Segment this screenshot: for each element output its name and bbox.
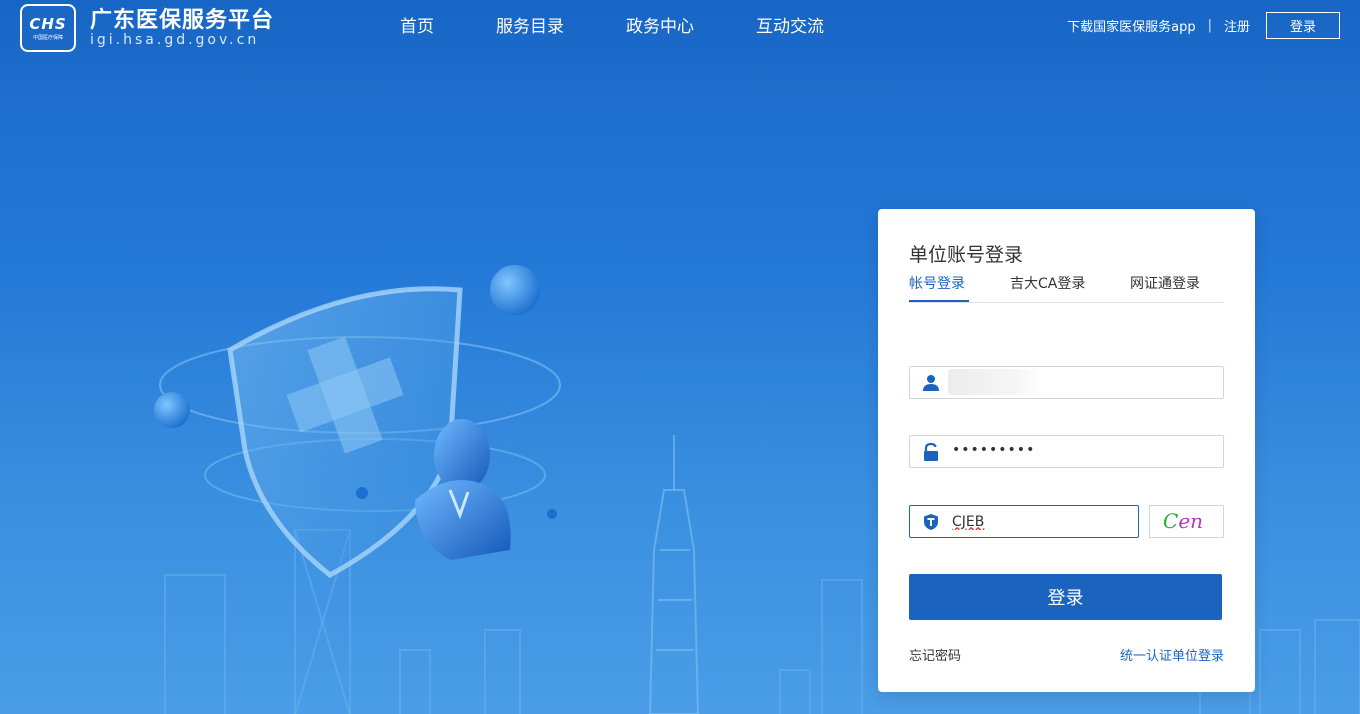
lock-icon bbox=[924, 443, 938, 461]
forgot-password-link[interactable]: 忘记密码 bbox=[909, 645, 961, 664]
decorative-ball-large bbox=[490, 265, 540, 315]
nav-service-catalog[interactable]: 服务目录 bbox=[496, 12, 564, 37]
top-header: CHS 中国医疗保障 广东医保服务平台 igi.hsa.gd.gov.cn 首页… bbox=[0, 0, 1360, 80]
shield-t-icon bbox=[924, 514, 938, 530]
decorative-dot-small bbox=[547, 509, 557, 519]
header-login-button[interactable]: 登录 bbox=[1266, 12, 1340, 39]
unified-auth-login-link[interactable]: 统一认证单位登录 bbox=[1120, 645, 1224, 664]
nav-government-center[interactable]: 政务中心 bbox=[626, 12, 694, 37]
chs-logo[interactable]: CHS 中国医疗保障 bbox=[20, 4, 76, 52]
main-nav: 首页 服务目录 政务中心 互动交流 bbox=[400, 12, 886, 37]
user-icon bbox=[923, 375, 939, 391]
nav-home[interactable]: 首页 bbox=[400, 12, 434, 37]
tab-account-login[interactable]: 帐号登录 bbox=[909, 273, 965, 293]
captcha-char: C bbox=[1163, 509, 1179, 533]
password-input[interactable]: ••••••••• bbox=[952, 442, 1035, 458]
login-card: 单位账号登录 帐号登录 吉大CA登录 网证通登录 ••••••••• Cen bbox=[878, 209, 1255, 692]
password-field[interactable]: ••••••••• bbox=[909, 435, 1224, 468]
site-title: 广东医保服务平台 bbox=[90, 8, 275, 33]
active-tab-indicator bbox=[909, 300, 969, 302]
login-tabs: 帐号登录 吉大CA登录 网证通登录 bbox=[909, 271, 1224, 303]
tab-netca-login[interactable]: 网证通登录 bbox=[1130, 273, 1200, 293]
tab-jida-ca-login[interactable]: 吉大CA登录 bbox=[1010, 273, 1085, 293]
captcha-char: en bbox=[1178, 509, 1204, 533]
header-separator: | bbox=[1207, 18, 1212, 33]
login-submit-button[interactable]: 登录 bbox=[909, 574, 1222, 620]
logo-sub: 中国医疗保障 bbox=[32, 35, 63, 41]
captcha-image[interactable]: Cen bbox=[1149, 505, 1224, 538]
download-app-link[interactable]: 下载国家医保服务app bbox=[1067, 16, 1195, 35]
logo-mark: CHS bbox=[29, 15, 67, 33]
login-card-title: 单位账号登录 bbox=[909, 244, 1024, 266]
username-input[interactable] bbox=[952, 371, 1212, 394]
captcha-input[interactable] bbox=[952, 510, 1132, 533]
site-domain: igi.hsa.gd.gov.cn bbox=[90, 32, 260, 48]
decorative-ball-left bbox=[154, 392, 190, 428]
register-link[interactable]: 注册 bbox=[1224, 16, 1250, 35]
decorative-dot bbox=[356, 487, 368, 499]
captcha-field[interactable] bbox=[909, 505, 1139, 538]
header-actions: 下载国家医保服务app | 注册 登录 bbox=[1067, 12, 1340, 39]
username-field[interactable] bbox=[909, 366, 1224, 399]
nav-interaction[interactable]: 互动交流 bbox=[756, 12, 824, 37]
shield-illustration bbox=[154, 265, 561, 578]
